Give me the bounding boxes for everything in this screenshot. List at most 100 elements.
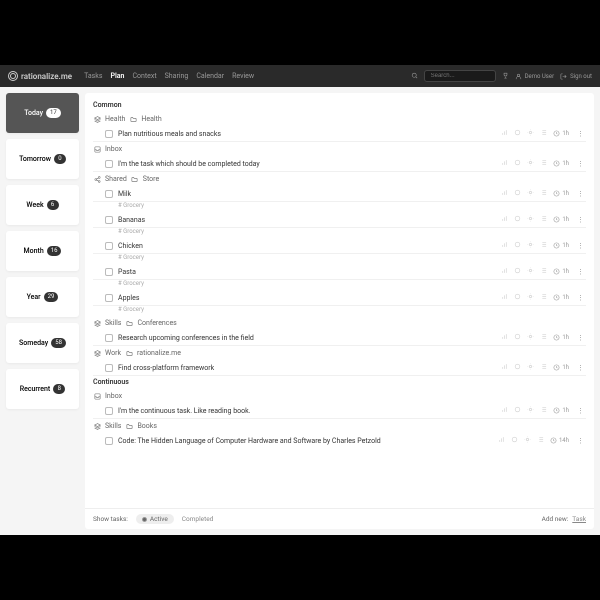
task-row[interactable]: Bananas1h⋮ — [93, 212, 586, 228]
group-header[interactable]: SkillsConferences — [93, 316, 586, 330]
task-row[interactable]: Code: The Hidden Language of Computer Ha… — [93, 433, 586, 448]
duration[interactable]: 1h — [553, 364, 569, 371]
list-icon[interactable] — [540, 406, 547, 415]
task-checkbox[interactable] — [105, 364, 113, 372]
add-task-link[interactable]: Task — [572, 515, 586, 523]
nav-review[interactable]: Review — [232, 72, 254, 80]
priority-icon[interactable] — [501, 293, 508, 302]
priority-icon[interactable] — [501, 189, 508, 198]
signout-button[interactable]: Sign out — [560, 73, 592, 80]
duration[interactable]: 1h — [553, 268, 569, 275]
duration[interactable]: 1h — [553, 160, 569, 167]
task-row[interactable]: Apples1h⋮ — [93, 290, 586, 306]
nav-context[interactable]: Context — [132, 72, 156, 80]
task-row[interactable]: Plan nutritious meals and snacks1h⋮ — [93, 126, 586, 142]
group-header[interactable]: Inbox — [93, 142, 586, 156]
duration[interactable]: 1h — [553, 407, 569, 414]
sun-icon[interactable] — [527, 363, 534, 372]
user-menu[interactable]: Demo User — [515, 73, 555, 80]
period-tomorrow[interactable]: Tomorrow0 — [6, 139, 79, 179]
filter-active[interactable]: Active — [136, 514, 174, 524]
sun-icon[interactable] — [527, 189, 534, 198]
circle-icon[interactable] — [514, 406, 521, 415]
group-header[interactable]: SkillsBooks — [93, 419, 586, 433]
nav-sharing[interactable]: Sharing — [165, 72, 189, 80]
priority-icon[interactable] — [498, 436, 505, 445]
task-checkbox[interactable] — [105, 437, 113, 445]
more-icon[interactable]: ⋮ — [575, 268, 586, 276]
priority-icon[interactable] — [501, 129, 508, 138]
task-row[interactable]: Research upcoming conferences in the fie… — [93, 330, 586, 346]
task-row[interactable]: Chicken1h⋮ — [93, 238, 586, 254]
task-row[interactable]: Pasta1h⋮ — [93, 264, 586, 280]
group-header[interactable]: Workrationalize.me — [93, 346, 586, 360]
task-tag[interactable]: # Grocery — [93, 280, 586, 290]
task-row[interactable]: I'm the task which should be completed t… — [93, 156, 586, 172]
sun-icon[interactable] — [527, 159, 534, 168]
duration[interactable]: 1h — [553, 190, 569, 197]
task-row[interactable]: Find cross-platform framework1h⋮ — [93, 360, 586, 376]
list-icon[interactable] — [540, 293, 547, 302]
task-checkbox[interactable] — [105, 334, 113, 342]
more-icon[interactable]: ⋮ — [575, 334, 586, 342]
task-checkbox[interactable] — [105, 130, 113, 138]
list-icon[interactable] — [540, 241, 547, 250]
list-icon[interactable] — [540, 267, 547, 276]
sun-icon[interactable] — [527, 406, 534, 415]
filter-completed[interactable]: Completed — [182, 515, 214, 523]
more-icon[interactable]: ⋮ — [575, 364, 586, 372]
priority-icon[interactable] — [501, 333, 508, 342]
task-row[interactable]: Milk1h⋮ — [93, 186, 586, 202]
circle-icon[interactable] — [511, 436, 518, 445]
period-month[interactable]: Month16 — [6, 231, 79, 271]
more-icon[interactable]: ⋮ — [575, 407, 586, 415]
logo[interactable]: rationalize.me — [8, 71, 72, 81]
task-tag[interactable]: # Grocery — [93, 254, 586, 264]
period-recurrent[interactable]: Recurrent8 — [6, 369, 79, 409]
sun-icon[interactable] — [527, 333, 534, 342]
list-icon[interactable] — [540, 215, 547, 224]
sun-icon[interactable] — [527, 293, 534, 302]
duration[interactable]: 1h — [553, 216, 569, 223]
list-icon[interactable] — [540, 333, 547, 342]
group-header[interactable]: Inbox — [93, 389, 586, 403]
circle-icon[interactable] — [514, 189, 521, 198]
more-icon[interactable]: ⋮ — [575, 294, 586, 302]
circle-icon[interactable] — [514, 241, 521, 250]
duration[interactable]: 1h — [553, 130, 569, 137]
circle-icon[interactable] — [514, 215, 521, 224]
search-icon[interactable] — [411, 72, 418, 81]
more-icon[interactable]: ⋮ — [575, 190, 586, 198]
task-checkbox[interactable] — [105, 160, 113, 168]
more-icon[interactable]: ⋮ — [575, 437, 586, 445]
priority-icon[interactable] — [501, 215, 508, 224]
nav-plan[interactable]: Plan — [110, 72, 124, 80]
task-tag[interactable]: # Grocery — [93, 202, 586, 212]
sun-icon[interactable] — [524, 436, 531, 445]
priority-icon[interactable] — [501, 363, 508, 372]
more-icon[interactable]: ⋮ — [575, 160, 586, 168]
sun-icon[interactable] — [527, 241, 534, 250]
search-input[interactable] — [424, 70, 496, 82]
sun-icon[interactable] — [527, 215, 534, 224]
more-icon[interactable]: ⋮ — [575, 130, 586, 138]
sun-icon[interactable] — [527, 267, 534, 276]
period-week[interactable]: Week6 — [6, 185, 79, 225]
more-icon[interactable]: ⋮ — [575, 216, 586, 224]
priority-icon[interactable] — [501, 406, 508, 415]
duration[interactable]: 14h — [550, 437, 569, 444]
circle-icon[interactable] — [514, 293, 521, 302]
priority-icon[interactable] — [501, 159, 508, 168]
nav-tasks[interactable]: Tasks — [84, 72, 102, 80]
task-checkbox[interactable] — [105, 190, 113, 198]
group-header[interactable]: SharedStore — [93, 172, 586, 186]
list-icon[interactable] — [540, 159, 547, 168]
list-icon[interactable] — [540, 363, 547, 372]
task-tag[interactable]: # Grocery — [93, 228, 586, 238]
circle-icon[interactable] — [514, 363, 521, 372]
list-icon[interactable] — [540, 129, 547, 138]
nav-calendar[interactable]: Calendar — [196, 72, 224, 80]
circle-icon[interactable] — [514, 333, 521, 342]
duration[interactable]: 1h — [553, 334, 569, 341]
list-icon[interactable] — [540, 189, 547, 198]
